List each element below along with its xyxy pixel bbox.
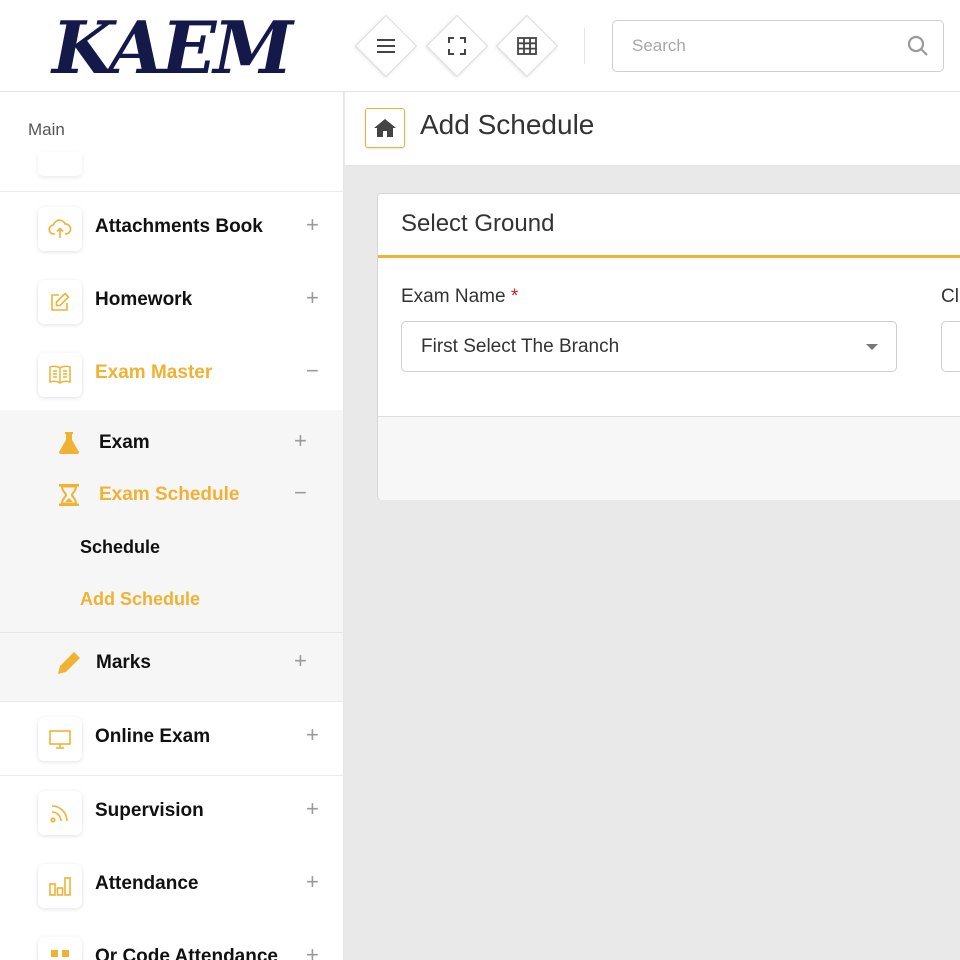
- exam-name-label: Exam Name *: [401, 286, 518, 308]
- sidebar-subitem-marks[interactable]: Marks +: [0, 638, 343, 688]
- search-icon[interactable]: [907, 35, 929, 61]
- header-divider: [584, 28, 585, 64]
- sidebar-link-schedule[interactable]: Schedule: [80, 537, 160, 558]
- card-title: Select Ground: [401, 210, 555, 237]
- sidebar-subitem-label: Exam: [99, 432, 150, 453]
- home-button[interactable]: [365, 108, 405, 148]
- app-logo[interactable]: KAEM: [52, 4, 293, 92]
- sidebar-item-partial[interactable]: [0, 152, 343, 192]
- home-icon: [374, 119, 396, 137]
- sidebar-item-label: Online Exam: [95, 726, 211, 747]
- flask-icon: [56, 430, 82, 456]
- caret-down-icon: [866, 344, 878, 350]
- sidebar-item-attendance[interactable]: Attendance +: [0, 849, 343, 923]
- search-box[interactable]: [612, 20, 944, 72]
- expand-icon[interactable]: +: [306, 722, 319, 748]
- grid-icon: [517, 37, 537, 55]
- apps-grid-button[interactable]: [495, 14, 559, 78]
- sidebar-subitem-exam-schedule[interactable]: Exam Schedule −: [0, 470, 343, 520]
- expand-icon[interactable]: +: [306, 212, 319, 238]
- sidebar-subitem-label: Marks: [96, 652, 151, 673]
- divider: [0, 632, 343, 633]
- expand-icon[interactable]: +: [306, 869, 319, 895]
- expand-icon[interactable]: +: [306, 285, 319, 311]
- pencil-icon: [56, 650, 82, 676]
- collapse-icon[interactable]: −: [306, 358, 319, 384]
- card-header: Select Ground: [378, 194, 960, 258]
- class-label: Cl: [941, 286, 959, 307]
- sidebar-item-icon-tile: [38, 152, 82, 176]
- sidebar-item-label: Attendance: [95, 873, 199, 894]
- sidebar-item-attachments-book[interactable]: Attachments Book +: [0, 192, 343, 266]
- fullscreen-button[interactable]: [425, 14, 489, 78]
- exam-name-select-value: First Select The Branch: [421, 336, 620, 357]
- page-title-bar: Add Schedule: [345, 92, 960, 166]
- sidebar-link-add-schedule[interactable]: Add Schedule: [80, 589, 200, 610]
- sidebar-item-homework[interactable]: Homework +: [0, 265, 343, 339]
- sidebar-item-supervision[interactable]: Supervision +: [0, 776, 343, 850]
- select-ground-card: Select Ground Exam Name * First Select T…: [377, 193, 960, 500]
- exam-master-submenu: Exam + Exam Schedule − Schedule Add Sche…: [0, 410, 343, 702]
- book-icon: [38, 353, 82, 397]
- fullscreen-icon: [448, 37, 466, 55]
- qr-code-icon: [38, 937, 82, 960]
- expand-icon[interactable]: +: [294, 428, 307, 454]
- cloud-upload-icon: [38, 207, 82, 251]
- exam-name-select[interactable]: First Select The Branch: [401, 321, 897, 372]
- sidebar-item-online-exam[interactable]: Online Exam +: [0, 702, 343, 776]
- expand-icon[interactable]: +: [306, 942, 319, 960]
- bar-chart-icon: [38, 864, 82, 908]
- expand-icon[interactable]: +: [294, 648, 307, 674]
- sidebar-subitem-exam[interactable]: Exam +: [0, 418, 343, 468]
- edit-icon: [38, 280, 82, 324]
- exam-name-label-text: Exam Name: [401, 286, 506, 307]
- sidebar-subitem-label: Exam Schedule: [99, 484, 240, 505]
- search-input[interactable]: [613, 21, 903, 71]
- card-footer: [378, 416, 960, 500]
- sidebar-item-label: Homework: [95, 289, 193, 310]
- sidebar-item-label: Exam Master: [95, 362, 213, 383]
- sidebar-section-label: Main: [28, 120, 65, 139]
- sidebar: Main Attachments Book + Homework + Exam …: [0, 92, 344, 960]
- required-mark: *: [510, 286, 519, 307]
- rss-icon: [38, 791, 82, 835]
- menu-toggle-button[interactable]: [354, 14, 418, 78]
- expand-icon[interactable]: +: [306, 796, 319, 822]
- sidebar-item-exam-master[interactable]: Exam Master −: [0, 338, 343, 412]
- page-title: Add Schedule: [420, 109, 595, 140]
- hourglass-icon: [56, 482, 82, 508]
- sidebar-item-label: Attachments Book: [95, 216, 263, 237]
- sidebar-item-qr-code-attendance[interactable]: Qr Code Attendance +: [0, 922, 343, 960]
- monitor-icon: [38, 717, 82, 761]
- sidebar-item-label: Qr Code Attendance: [95, 946, 278, 960]
- hamburger-icon: [377, 39, 395, 53]
- collapse-icon[interactable]: −: [294, 480, 307, 506]
- class-select[interactable]: [941, 321, 960, 372]
- sidebar-item-label: Supervision: [95, 800, 204, 821]
- top-header: KAEM: [0, 0, 960, 92]
